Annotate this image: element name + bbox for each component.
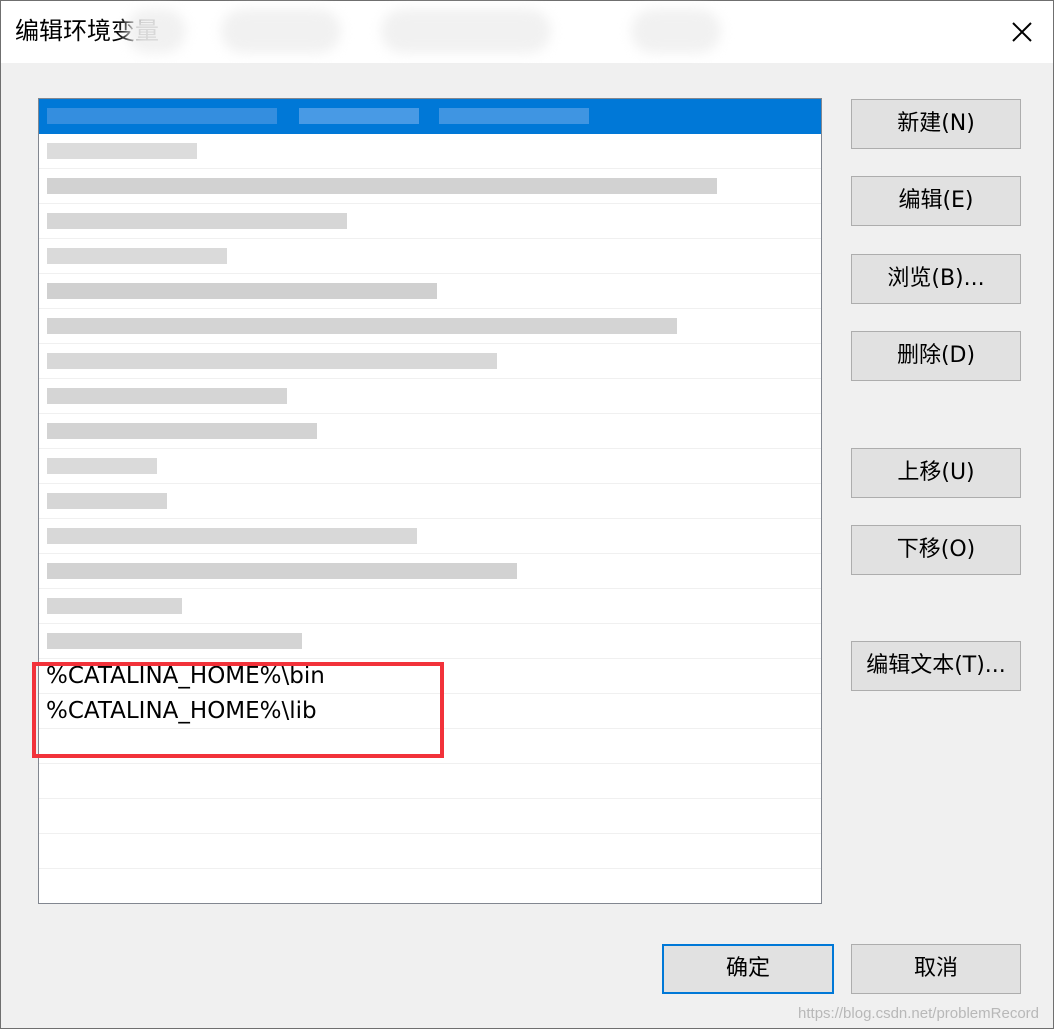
redaction-blur <box>126 9 186 53</box>
list-item[interactable] <box>39 344 821 379</box>
move-up-button[interactable]: 上移(U) <box>851 448 1021 498</box>
title-bar: 编辑环境变量 <box>1 1 1053 63</box>
browse-button[interactable]: 浏览(B)... <box>851 254 1021 304</box>
list-item[interactable] <box>39 239 821 274</box>
blurred-text <box>47 563 517 579</box>
list-item-catalina-lib[interactable]: %CATALINA_HOME%\lib <box>39 694 821 729</box>
list-item[interactable] <box>39 379 821 414</box>
edit-env-variable-dialog: 编辑环境变量 %CATALINA_HOME%\bin %CATALINA_HOM… <box>0 0 1054 1029</box>
list-item[interactable] <box>39 449 821 484</box>
blurred-text <box>47 528 417 544</box>
blurred-text <box>47 598 182 614</box>
list-item[interactable] <box>39 169 821 204</box>
edit-text-button[interactable]: 编辑文本(T)... <box>851 641 1021 691</box>
new-button[interactable]: 新建(N) <box>851 99 1021 149</box>
blurred-text <box>47 318 677 334</box>
list-item-empty[interactable] <box>39 869 821 903</box>
ok-button[interactable]: 确定 <box>662 944 834 994</box>
list-item[interactable] <box>39 484 821 519</box>
blurred-text <box>47 353 497 369</box>
cancel-button[interactable]: 取消 <box>851 944 1021 994</box>
blurred-text <box>47 633 302 649</box>
list-item-selected[interactable] <box>39 99 821 134</box>
blurred-text <box>47 283 437 299</box>
edit-button[interactable]: 编辑(E) <box>851 176 1021 226</box>
blurred-text <box>299 108 419 124</box>
blurred-text <box>47 248 227 264</box>
list-item[interactable] <box>39 414 821 449</box>
list-item[interactable] <box>39 204 821 239</box>
list-item[interactable] <box>39 519 821 554</box>
redaction-blur <box>221 9 341 53</box>
close-icon <box>1012 22 1032 42</box>
blurred-text <box>47 388 287 404</box>
list-item[interactable] <box>39 624 821 659</box>
watermark: https://blog.csdn.net/problemRecord <box>798 1005 1039 1022</box>
blurred-text <box>47 143 197 159</box>
list-item[interactable] <box>39 134 821 169</box>
delete-button[interactable]: 删除(D) <box>851 331 1021 381</box>
blurred-text <box>47 458 157 474</box>
blurred-text <box>47 213 347 229</box>
path-entries-list[interactable]: %CATALINA_HOME%\bin %CATALINA_HOME%\lib <box>38 98 822 904</box>
blurred-text <box>47 423 317 439</box>
list-item[interactable] <box>39 309 821 344</box>
list-item[interactable] <box>39 589 821 624</box>
move-down-button[interactable]: 下移(O) <box>851 525 1021 575</box>
blurred-text <box>47 178 717 194</box>
redaction-blur <box>631 9 721 53</box>
list-item-empty[interactable] <box>39 729 821 764</box>
blurred-text <box>47 108 277 124</box>
close-button[interactable] <box>991 1 1053 63</box>
blurred-text <box>439 108 589 124</box>
list-item[interactable] <box>39 274 821 309</box>
list-item-empty[interactable] <box>39 799 821 834</box>
blurred-text <box>47 493 167 509</box>
list-item-empty[interactable] <box>39 764 821 799</box>
redaction-blur <box>381 9 551 53</box>
list-item-empty[interactable] <box>39 834 821 869</box>
list-item[interactable] <box>39 554 821 589</box>
list-item-catalina-bin[interactable]: %CATALINA_HOME%\bin <box>39 659 821 694</box>
